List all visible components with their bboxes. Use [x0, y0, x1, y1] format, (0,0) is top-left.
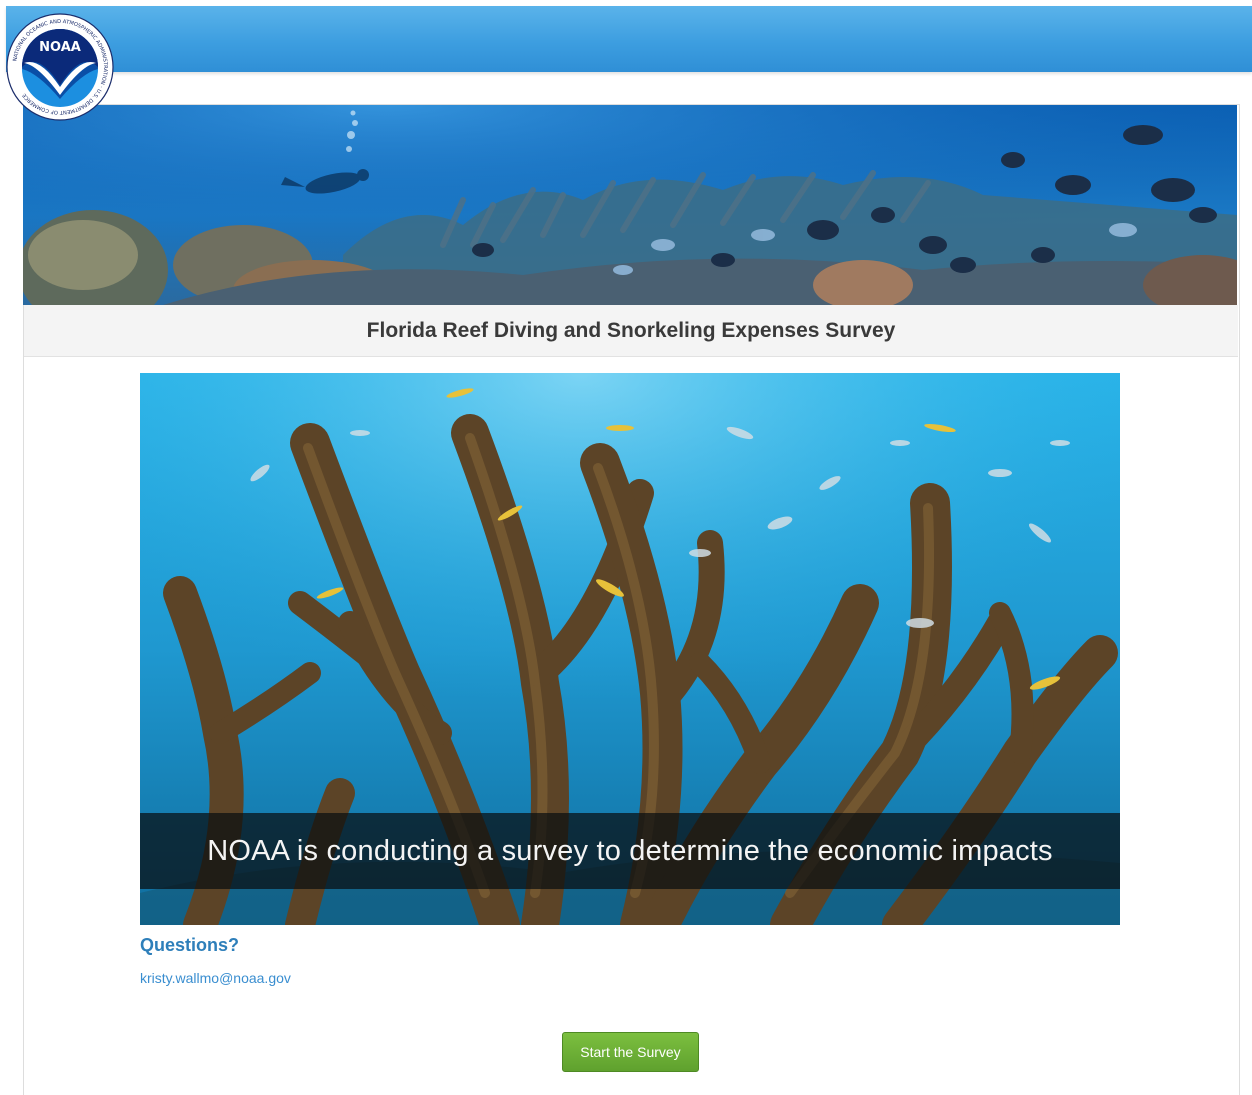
noaa-logo-text: NOAA — [39, 40, 81, 55]
noaa-logo[interactable]: NOAA NATIONAL OCEANIC AND ATMOSPHERIC AD… — [6, 13, 114, 121]
questions-heading: Questions? — [140, 935, 240, 955]
survey-title-bar: Florida Reef Diving and Snorkeling Expen… — [24, 305, 1238, 357]
top-header-bar — [6, 6, 1252, 72]
reef-banner-image — [18, 105, 1252, 330]
video-caption: NOAA is conducting a survey to determine… — [207, 834, 1053, 867]
survey-title: Florida Reef Diving and Snorkeling Expen… — [366, 318, 896, 342]
survey-video[interactable]: NOAA is conducting a survey to determine… — [140, 373, 1120, 925]
contact-email-link[interactable]: kristy.wallmo@noaa.gov — [140, 970, 291, 986]
start-survey-button[interactable]: Start the Survey — [562, 1032, 699, 1072]
